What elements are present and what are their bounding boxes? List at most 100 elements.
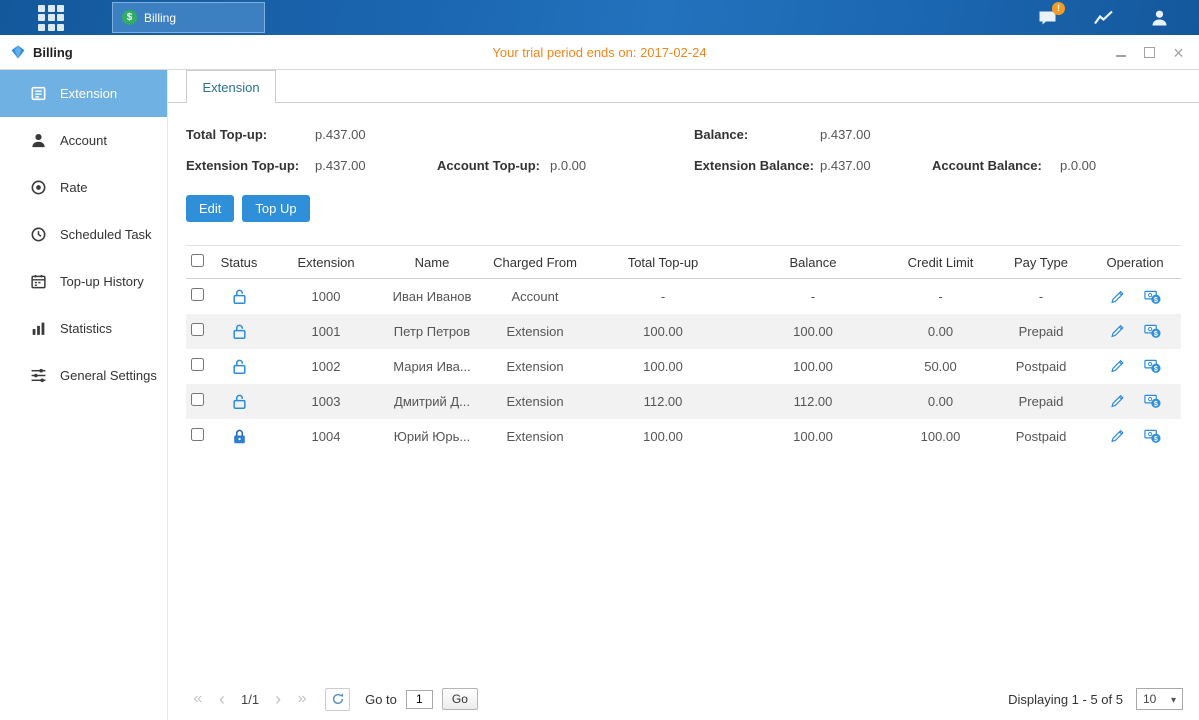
chevron-down-icon — [1171, 692, 1176, 706]
billing-app-tab[interactable]: Billing — [112, 2, 265, 33]
page-indicator: 1/1 — [241, 692, 259, 707]
edit-icon[interactable] — [1109, 393, 1126, 409]
topup-button[interactable]: Top Up — [242, 195, 309, 222]
topup-icon[interactable] — [1144, 358, 1161, 374]
tab-bar: Extension — [168, 70, 1199, 103]
cell-pay-type: Prepaid — [993, 384, 1089, 419]
col-charged-from: Charged From — [482, 246, 588, 279]
extension-content: Total Top-up: p.437.00 Balance: p.437.00… — [168, 103, 1199, 720]
col-status: Status — [208, 246, 270, 279]
sidebar-item-topup-history[interactable]: Top-up History — [0, 258, 167, 305]
action-buttons: Edit Top Up — [186, 195, 1181, 222]
cell-extension: 1000 — [270, 279, 382, 314]
edit-icon[interactable] — [1109, 358, 1126, 374]
row-checkbox[interactable] — [191, 323, 204, 336]
sidebar-item-account[interactable]: Account — [0, 117, 167, 164]
cell-name: Дмитрий Д... — [382, 384, 482, 419]
user-account-button[interactable] — [1147, 7, 1171, 29]
apps-menu-button[interactable] — [38, 5, 64, 31]
col-extension: Extension — [270, 246, 382, 279]
rate-icon — [30, 179, 47, 196]
topup-icon[interactable] — [1144, 428, 1161, 444]
page-size-select[interactable]: 10 — [1136, 688, 1183, 710]
sidebar-item-statistics[interactable]: Statistics — [0, 305, 167, 352]
col-total-topup: Total Top-up — [588, 246, 738, 279]
cell-name: Иван Иванов — [382, 279, 482, 314]
row-checkbox[interactable] — [191, 428, 204, 441]
extension-topup-label: Extension Top-up: — [186, 158, 299, 173]
topup-icon[interactable] — [1144, 323, 1161, 339]
table-row[interactable]: 1001 Петр Петров Extension 100.00 100.00… — [186, 314, 1181, 349]
account-topup-label: Account Top-up: — [437, 158, 540, 173]
main-panel: Extension Total Top-up: p.437.00 Balance… — [168, 70, 1199, 720]
table-row[interactable]: 1002 Мария Ива... Extension 100.00 100.0… — [186, 349, 1181, 384]
select-all-checkbox[interactable] — [191, 254, 204, 267]
dollar-icon — [122, 10, 137, 25]
next-page-icon[interactable] — [266, 687, 290, 711]
cell-credit-limit: 50.00 — [888, 349, 993, 384]
cell-total-topup: - — [588, 279, 738, 314]
edit-icon[interactable] — [1109, 428, 1126, 444]
topup-icon[interactable] — [1144, 393, 1161, 409]
goto-page-input[interactable] — [406, 690, 433, 709]
goto-label: Go to — [365, 692, 397, 707]
cell-charged-from: Account — [482, 279, 588, 314]
billing-diamond-icon — [10, 44, 26, 60]
sidebar-item-label: Rate — [60, 180, 87, 195]
table-header-row: Status Extension Name Charged From Total… — [186, 246, 1181, 279]
row-checkbox[interactable] — [191, 288, 204, 301]
billing-tab-label: Billing — [144, 11, 176, 25]
cell-pay-type: - — [993, 279, 1089, 314]
cell-pay-type: Postpaid — [993, 349, 1089, 384]
statistics-monitor-button[interactable] — [1091, 7, 1115, 29]
col-name: Name — [382, 246, 482, 279]
cell-extension: 1001 — [270, 314, 382, 349]
cell-total-topup: 112.00 — [588, 384, 738, 419]
edit-icon[interactable] — [1109, 323, 1126, 339]
cell-charged-from: Extension — [482, 384, 588, 419]
cell-balance: - — [738, 279, 888, 314]
cell-pay-type: Prepaid — [993, 314, 1089, 349]
go-button[interactable]: Go — [442, 688, 478, 710]
last-page-icon[interactable] — [290, 687, 314, 711]
close-icon[interactable] — [1172, 46, 1185, 59]
maximize-icon[interactable] — [1143, 46, 1156, 59]
topup-icon[interactable] — [1144, 289, 1161, 305]
cell-balance: 100.00 — [738, 419, 888, 454]
edit-icon[interactable] — [1109, 289, 1126, 305]
minimize-icon[interactable] — [1114, 46, 1127, 59]
sidebar: Extension Account Rate Scheduled Task To… — [0, 70, 168, 720]
page-size-value: 10 — [1143, 692, 1156, 706]
topbar-actions: ! — [1035, 0, 1171, 35]
lock-status-icon — [231, 323, 248, 340]
cell-total-topup: 100.00 — [588, 419, 738, 454]
edit-button[interactable]: Edit — [186, 195, 234, 222]
account-balance-label: Account Balance: — [932, 158, 1042, 173]
row-checkbox[interactable] — [191, 358, 204, 371]
extension-topup-value: p.437.00 — [315, 158, 366, 173]
table-row[interactable]: 1003 Дмитрий Д... Extension 112.00 112.0… — [186, 384, 1181, 419]
refresh-icon[interactable] — [325, 688, 350, 711]
sidebar-item-general-settings[interactable]: General Settings — [0, 352, 167, 399]
messages-button[interactable]: ! — [1035, 7, 1059, 29]
cell-credit-limit: - — [888, 279, 993, 314]
notification-badge: ! — [1052, 2, 1065, 15]
cell-total-topup: 100.00 — [588, 314, 738, 349]
sidebar-item-rate[interactable]: Rate — [0, 164, 167, 211]
cell-extension: 1002 — [270, 349, 382, 384]
cell-name: Юрий Юрь... — [382, 419, 482, 454]
tab-extension[interactable]: Extension — [186, 70, 276, 103]
table-row[interactable]: 1004 Юрий Юрь... Extension 100.00 100.00… — [186, 419, 1181, 454]
first-page-icon[interactable] — [186, 687, 210, 711]
sidebar-item-extension[interactable]: Extension — [0, 70, 167, 117]
prev-page-icon[interactable] — [210, 687, 234, 711]
topbar: Billing ! — [0, 0, 1199, 35]
titlebar: Billing Your trial period ends on: 2017-… — [0, 35, 1199, 70]
row-checkbox[interactable] — [191, 393, 204, 406]
sidebar-item-label: Statistics — [60, 321, 112, 336]
table-row[interactable]: 1000 Иван Иванов Account - - - - — [186, 279, 1181, 314]
col-operation: Operation — [1089, 246, 1181, 279]
cell-balance: 112.00 — [738, 384, 888, 419]
sidebar-item-scheduled-task[interactable]: Scheduled Task — [0, 211, 167, 258]
cell-balance: 100.00 — [738, 349, 888, 384]
